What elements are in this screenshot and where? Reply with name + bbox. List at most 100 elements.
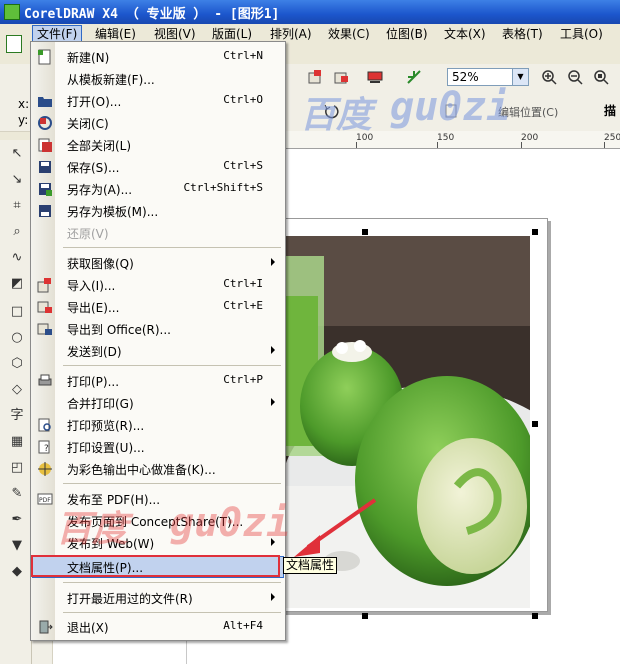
menu-item-print[interactable]: 打印(P)... Ctrl+P xyxy=(32,370,284,392)
menu-item-label: 合并打印(G) xyxy=(67,397,134,411)
menu-item-label: 打印预览(R)... xyxy=(67,419,145,433)
menu-item-label: 另存为模板(M)... xyxy=(67,205,159,219)
watermark-bottom-b: gu0zi xyxy=(170,500,291,546)
new-document-icon xyxy=(38,49,51,65)
menu-item-label: 退出(X) xyxy=(67,621,109,635)
menu-effects[interactable]: 效果(C) xyxy=(324,26,374,43)
menu-item-print-merge[interactable]: 合并打印(G) xyxy=(32,392,284,414)
menu-item-shortcut: Ctrl+S xyxy=(223,159,263,172)
menu-item-close-all[interactable]: 全部关闭(L) xyxy=(32,134,284,156)
menu-item-new[interactable]: 新建(N) Ctrl+N xyxy=(32,46,284,68)
pick-tool-icon[interactable]: ↖ xyxy=(9,146,25,162)
table-tool-icon[interactable]: ▦ xyxy=(9,434,25,450)
fill-bucket-icon[interactable]: ▼ xyxy=(9,538,25,554)
menu-separator xyxy=(63,365,281,366)
selection-handle[interactable] xyxy=(532,421,538,427)
selection-handle[interactable] xyxy=(362,613,368,619)
menu-bitmaps[interactable]: 位图(B) xyxy=(382,26,432,43)
menu-item-shortcut: Ctrl+N xyxy=(223,49,263,62)
export-icon[interactable] xyxy=(332,68,350,86)
menu-item-label: 打开(O)... xyxy=(67,95,122,109)
menu-item-close[interactable]: 关闭(C) xyxy=(32,112,284,134)
toolbox: ↖ ↘ ⌗ ⌕ ∿ ◩ □ ○ ⬡ ◇ 字 ▦ ◰ ✎ ✒ ▼ ◆ xyxy=(0,140,32,664)
freehand-tool-icon[interactable]: ∿ xyxy=(9,250,25,266)
selection-handle[interactable] xyxy=(532,613,538,619)
menu-text[interactable]: 文本(X) xyxy=(440,26,490,43)
interactive-tool-icon[interactable]: ◰ xyxy=(9,460,25,476)
menu-item-label: 导出(E)... xyxy=(67,301,120,315)
menu-item-label: 还原(V) xyxy=(67,227,109,241)
selection-handle[interactable] xyxy=(362,229,368,235)
rectangle-tool-icon[interactable]: □ xyxy=(9,304,25,320)
svg-text:?: ? xyxy=(44,444,49,454)
menu-item-label: 另存为(A)... xyxy=(67,183,133,197)
menu-item-prepare-for-service-bureau[interactable]: 为彩色输出中心做准备(K)... xyxy=(32,458,284,480)
ruler-label: 250 xyxy=(604,133,620,143)
menu-table[interactable]: 表格(T) xyxy=(498,26,547,43)
menu-item-shortcut: Ctrl+I xyxy=(223,277,263,290)
shape-tool-icon[interactable]: ↘ xyxy=(9,172,25,188)
menu-item-shortcut: Ctrl+E xyxy=(223,299,263,312)
menu-item-label: 新建(N) xyxy=(67,51,110,65)
annotation-highlight-box xyxy=(31,555,280,577)
open-folder-icon xyxy=(38,97,52,107)
smart-fill-icon[interactable]: ◩ xyxy=(9,276,25,292)
menu-item-open[interactable]: 打开(O)... Ctrl+O xyxy=(32,90,284,112)
menu-item-export-to-office[interactable]: 导出到 Office(R)... xyxy=(32,318,284,340)
pdf-icon: PDF xyxy=(37,493,53,505)
coreldraw-app-icon xyxy=(4,4,20,20)
text-tool-icon[interactable]: 字 xyxy=(9,408,25,424)
menu-item-export[interactable]: 导出(E)... Ctrl+E xyxy=(32,296,284,318)
menu-separator xyxy=(63,582,281,583)
menu-item-open-recent[interactable]: 打开最近用过的文件(R) xyxy=(32,587,284,609)
export-office-icon xyxy=(37,323,52,335)
ruler-tick xyxy=(604,142,605,148)
y-position-label: y: xyxy=(18,113,29,127)
menu-item-label: 保存(S)... xyxy=(67,161,120,175)
zoom-out-icon[interactable] xyxy=(566,68,584,86)
menu-item-label: 关闭(C) xyxy=(67,117,109,131)
menu-item-import[interactable]: 导入(I)... Ctrl+I xyxy=(32,274,284,296)
application-launcher-icon[interactable] xyxy=(366,68,384,86)
eyedropper-icon[interactable]: ✎ xyxy=(9,486,25,502)
outline-pen-icon[interactable]: ✒ xyxy=(9,512,25,528)
interactive-fill-icon[interactable]: ◆ xyxy=(9,564,25,580)
menu-separator xyxy=(63,612,281,613)
save-as-icon xyxy=(39,183,52,196)
menu-item-acquire-image[interactable]: 获取图像(Q) xyxy=(32,252,284,274)
menu-separator xyxy=(63,247,281,248)
ellipse-tool-icon[interactable]: ○ xyxy=(9,330,25,346)
exit-door-icon xyxy=(39,620,53,634)
menu-item-exit[interactable]: 退出(X) Alt+F4 xyxy=(32,616,284,638)
ruler-tick xyxy=(437,142,438,148)
menu-tools[interactable]: 工具(O) xyxy=(556,26,607,43)
submenu-arrow-icon xyxy=(271,258,275,266)
menu-item-send-to[interactable]: 发送到(D) xyxy=(32,340,284,362)
window-title: CorelDRAW X4 （ 专业版 ） - [图形1] xyxy=(24,7,280,22)
menu-item-print-setup[interactable]: ? 打印设置(U)... xyxy=(32,436,284,458)
annotation-arrow-icon xyxy=(294,498,377,557)
basic-shapes-icon[interactable]: ◇ xyxy=(9,382,25,398)
crop-tool-icon[interactable]: ⌗ xyxy=(9,198,25,214)
menu-item-save-as-template[interactable]: 另存为模板(M)... xyxy=(32,200,284,222)
zoom-level-value: 52% xyxy=(452,70,479,84)
watermark-bottom-a: 百度 xyxy=(56,509,129,550)
submenu-arrow-icon xyxy=(271,593,275,601)
outline-label: 描 xyxy=(604,104,617,118)
svg-text:PDF: PDF xyxy=(39,497,51,504)
polygon-tool-icon[interactable]: ⬡ xyxy=(9,356,25,372)
menu-item-print-preview[interactable]: 打印预览(R)... xyxy=(32,414,284,436)
ruler-label: 150 xyxy=(437,133,455,143)
import-icon[interactable] xyxy=(306,68,324,86)
selection-handle[interactable] xyxy=(532,229,538,235)
menu-item-revert: 还原(V) xyxy=(32,222,284,244)
zoom-fit-icon[interactable] xyxy=(592,68,610,86)
zoom-in-icon[interactable] xyxy=(540,68,558,86)
new-doc-quick-icon[interactable] xyxy=(6,35,22,53)
submenu-arrow-icon xyxy=(271,398,275,406)
close-all-icon xyxy=(38,138,52,152)
zoom-tool-icon[interactable]: ⌕ xyxy=(9,224,25,240)
menu-item-new-from-template[interactable]: 从模板新建(F)... xyxy=(32,68,284,90)
menu-item-save[interactable]: 保存(S)... Ctrl+S xyxy=(32,156,284,178)
menu-item-save-as[interactable]: 另存为(A)... Ctrl+Shift+S xyxy=(32,178,284,200)
